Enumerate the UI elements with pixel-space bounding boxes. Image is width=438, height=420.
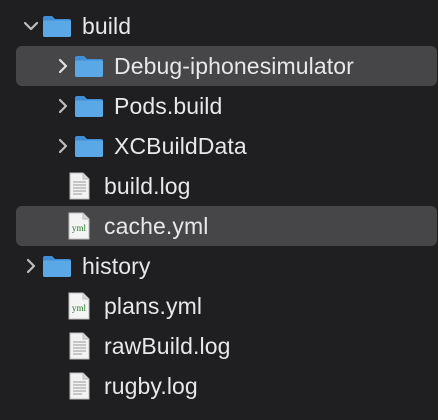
tree-item-build[interactable]: build	[16, 6, 437, 46]
folder-icon	[74, 86, 104, 126]
chevron-right-icon[interactable]	[52, 126, 74, 166]
folder-icon	[74, 126, 104, 166]
tree-item-build-log[interactable]: build.log	[16, 166, 437, 206]
tree-item-debug-iphonesimulator[interactable]: Debug-iphonesimulator	[16, 46, 437, 86]
tree-item-pods-build[interactable]: Pods.build	[16, 86, 437, 126]
tree-item-plans-yml[interactable]: yml plans.yml	[16, 286, 437, 326]
tree-item-label: Pods.build	[114, 93, 223, 119]
chevron-right-icon[interactable]	[52, 46, 74, 86]
chevron-right-icon[interactable]	[20, 246, 42, 286]
tree-item-label: build	[82, 13, 132, 39]
yml-file-icon: yml	[64, 286, 94, 326]
chevron-right-icon[interactable]	[52, 86, 74, 126]
tree-item-label: rugby.log	[104, 373, 198, 399]
yml-file-icon: yml	[64, 206, 94, 246]
tree-item-label: Debug-iphonesimulator	[114, 53, 354, 79]
folder-icon	[74, 46, 104, 86]
tree-item-rugby-log[interactable]: rugby.log	[16, 366, 437, 406]
svg-text:yml: yml	[72, 223, 87, 233]
tree-item-label: rawBuild.log	[104, 333, 231, 359]
tree-item-history[interactable]: history	[16, 246, 437, 286]
file-tree: build Debug-iphonesimulator Pods.build X…	[0, 0, 438, 420]
text-file-icon	[64, 326, 94, 366]
tree-item-label: history	[82, 253, 151, 279]
text-file-icon	[64, 366, 94, 406]
folder-icon	[42, 246, 72, 286]
tree-item-rawbuild-log[interactable]: rawBuild.log	[16, 326, 437, 366]
text-file-icon	[64, 166, 94, 206]
tree-item-cache-yml[interactable]: yml cache.yml	[16, 206, 437, 246]
tree-item-label: build.log	[104, 173, 191, 199]
tree-item-label: XCBuildData	[114, 133, 247, 159]
chevron-down-icon[interactable]	[20, 6, 42, 46]
tree-item-label: cache.yml	[104, 213, 209, 239]
tree-item-label: plans.yml	[104, 293, 203, 319]
tree-item-xcbuilddata[interactable]: XCBuildData	[16, 126, 437, 166]
folder-icon	[42, 6, 72, 46]
svg-text:yml: yml	[72, 303, 87, 313]
